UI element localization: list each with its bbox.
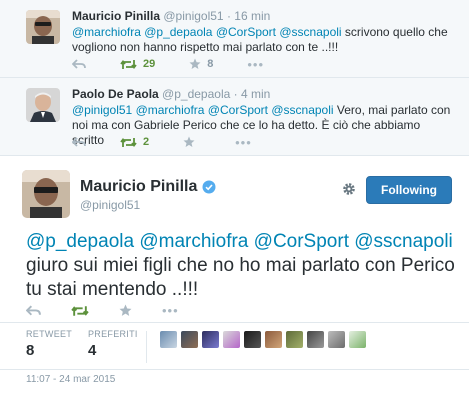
- mention-link[interactable]: @CorSport: [208, 103, 268, 117]
- reply-tweet-1[interactable]: Mauricio Pinilla @pinigol51 · 16 min @ma…: [0, 0, 469, 78]
- favorites-stat-label: PREFERITI: [88, 329, 138, 339]
- retweet-icon: [120, 137, 137, 147]
- favorite-button[interactable]: [119, 304, 132, 317]
- mention-link[interactable]: @CorSport: [254, 231, 349, 252]
- retweet-stat-label: RETWEET: [26, 329, 73, 339]
- retweet-stat-count: 8: [26, 342, 35, 359]
- mention-link[interactable]: @sscnapoli: [279, 25, 341, 39]
- more-icon[interactable]: •••: [247, 57, 264, 72]
- tweet-time[interactable]: · 16 min: [227, 9, 270, 23]
- avatar[interactable]: [286, 331, 303, 348]
- mention-link[interactable]: @p_depaola: [26, 231, 134, 252]
- tweet-text: @p_depaola @marchiofra @CorSport @sscnap…: [26, 230, 456, 302]
- avatar[interactable]: [349, 331, 366, 348]
- tweet-actions: 29 8 •••: [72, 56, 298, 72]
- avatar[interactable]: [22, 170, 70, 218]
- favorite-button[interactable]: [183, 136, 201, 148]
- mention-link[interactable]: @sscnapoli: [354, 231, 453, 252]
- gear-icon[interactable]: [342, 182, 356, 196]
- user-handle[interactable]: @pinigol51: [163, 9, 223, 23]
- retweet-count: 2: [143, 136, 150, 148]
- tweet-actions: •••: [26, 303, 209, 318]
- user-handle[interactable]: @p_depaola: [162, 87, 230, 101]
- reply-button[interactable]: [72, 136, 86, 148]
- retweet-icon: [120, 59, 137, 69]
- favorite-count: 8: [207, 58, 214, 70]
- avatar[interactable]: [244, 331, 261, 348]
- mention-link[interactable]: @p_depaola: [144, 25, 212, 39]
- tweet-text-segment: giuro sui miei figli che no ho mai parla…: [26, 255, 455, 300]
- more-icon[interactable]: •••: [162, 303, 179, 318]
- favorite-star-icon: [183, 136, 195, 147]
- retweet-count: 29: [143, 58, 156, 70]
- user-name-text[interactable]: Mauricio Pinilla: [80, 178, 197, 196]
- tweet-stats: RETWEET 8 PREFERITI 4: [0, 322, 469, 370]
- stats-divider: [146, 331, 147, 363]
- following-button[interactable]: Following: [366, 176, 452, 204]
- retweet-button[interactable]: 29: [120, 58, 155, 70]
- reply-button[interactable]: [26, 304, 41, 317]
- user-name[interactable]: Paolo De Paola: [72, 87, 159, 101]
- user-name[interactable]: Mauricio Pinilla: [72, 9, 160, 23]
- verified-badge-icon: [202, 180, 216, 194]
- reply-icon: [72, 58, 86, 69]
- main-tweet: Mauricio Pinilla @pinigol51 Following @p…: [0, 156, 469, 403]
- favorite-star-icon: [119, 304, 132, 316]
- user-handle[interactable]: @pinigol51: [80, 198, 140, 212]
- avatar[interactable]: [307, 331, 324, 348]
- mention-link[interactable]: @sscnapoli: [271, 103, 333, 117]
- tweet-actions: 2 •••: [72, 134, 286, 150]
- tweet-text: @marchiofra @p_depaola @CorSport @sscnap…: [72, 25, 452, 55]
- avatar[interactable]: [328, 331, 345, 348]
- reply-button[interactable]: [72, 58, 86, 70]
- reply-icon: [26, 304, 41, 315]
- mention-link[interactable]: @CorSport: [216, 25, 276, 39]
- favorites-stat-count: 4: [88, 342, 97, 359]
- user-name[interactable]: Mauricio Pinilla: [80, 178, 216, 196]
- reply-tweet-2[interactable]: Paolo De Paola @p_depaola · 4 min @pinig…: [0, 78, 469, 156]
- retweet-button[interactable]: 2: [120, 136, 149, 148]
- retweet-icon: [71, 305, 89, 316]
- avatar[interactable]: [181, 331, 198, 348]
- avatar[interactable]: [26, 88, 60, 122]
- tweet-header: Paolo De Paola @p_depaola · 4 min: [72, 87, 270, 101]
- favorites-stat[interactable]: PREFERITI 4: [88, 329, 138, 359]
- avatar[interactable]: [202, 331, 219, 348]
- favorite-button[interactable]: 8: [189, 58, 213, 70]
- tweet-date[interactable]: 11:07 - 24 mar 2015: [26, 374, 115, 385]
- more-icon[interactable]: •••: [235, 135, 252, 150]
- mention-link[interactable]: @marchiofra: [139, 231, 248, 252]
- retweet-button[interactable]: [71, 305, 89, 317]
- reply-icon: [72, 136, 86, 147]
- mention-link[interactable]: @marchiofra: [136, 103, 205, 117]
- avatar[interactable]: [223, 331, 240, 348]
- mention-link[interactable]: @pinigol51: [72, 103, 132, 117]
- mention-link[interactable]: @marchiofra: [72, 25, 141, 39]
- avatar[interactable]: [265, 331, 282, 348]
- retweet-stat[interactable]: RETWEET 8: [26, 329, 72, 359]
- avatar[interactable]: [26, 10, 60, 44]
- favorite-star-icon: [189, 58, 201, 69]
- favoriters-avatars: [160, 331, 370, 348]
- avatar[interactable]: [160, 331, 177, 348]
- tweet-time[interactable]: · 4 min: [234, 87, 271, 101]
- tweet-header: Mauricio Pinilla @pinigol51 · 16 min: [72, 9, 270, 23]
